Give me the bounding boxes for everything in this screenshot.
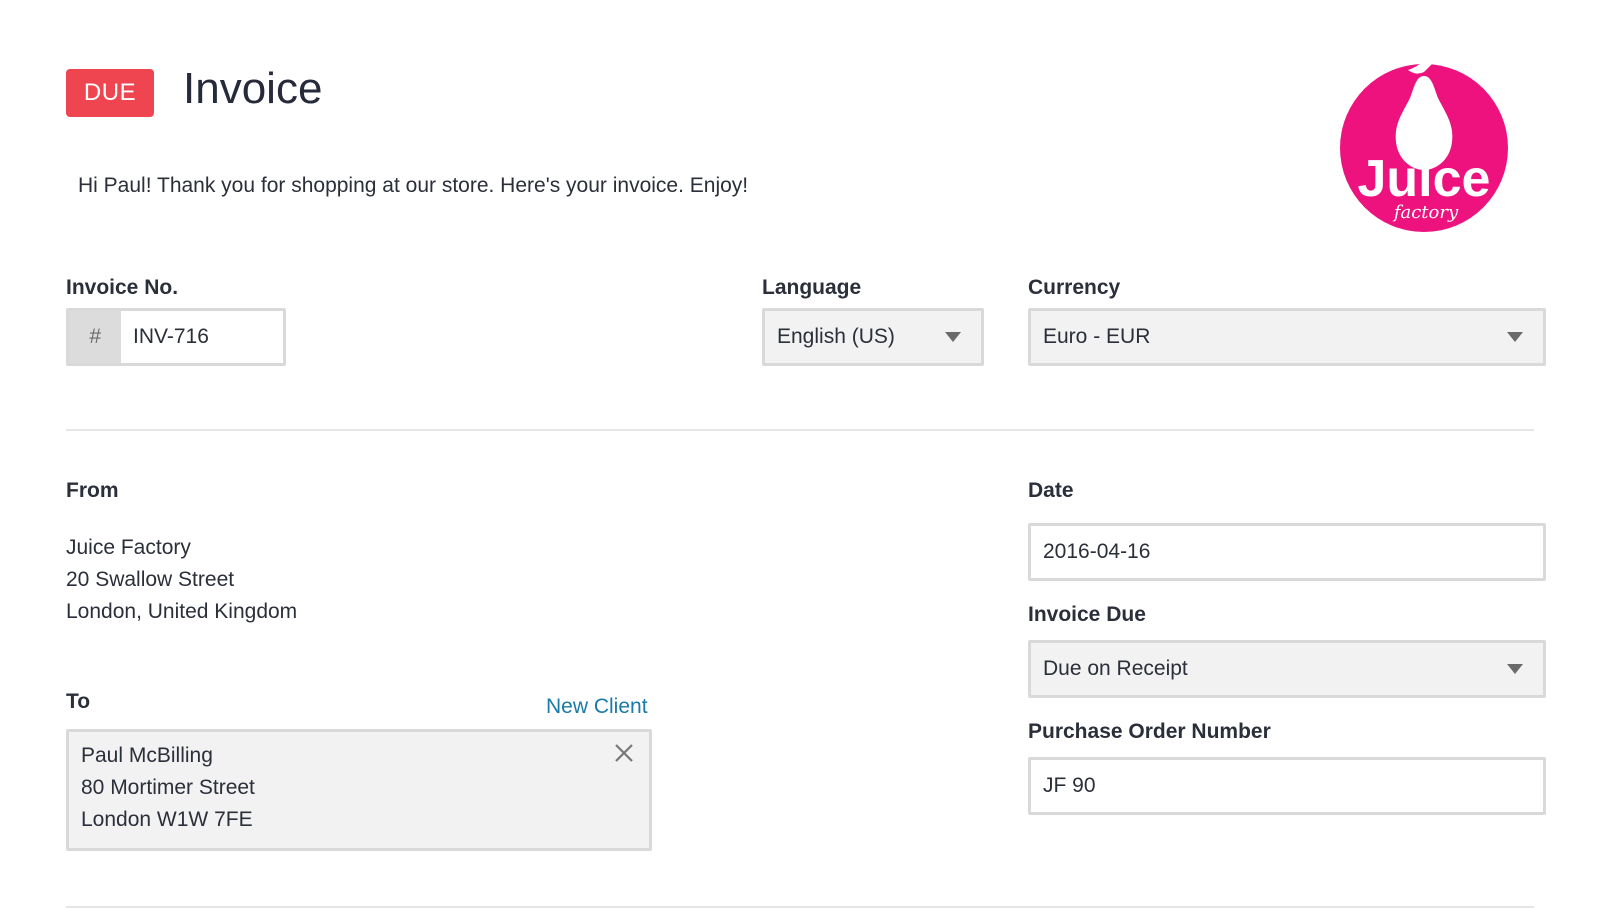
client-address-box[interactable]: Paul McBilling 80 Mortimer Street London… — [66, 729, 652, 851]
from-label: From — [66, 479, 119, 502]
from-address-line: 20 Swallow Street — [66, 568, 235, 591]
page-title: Invoice — [183, 64, 323, 113]
client-address-line: 80 Mortimer Street — [81, 776, 255, 799]
greeting-message: Hi Paul! Thank you for shopping at our s… — [78, 174, 749, 197]
purchase-order-label: Purchase Order Number — [1028, 720, 1271, 743]
logo-tagline-text: factory — [1392, 202, 1459, 223]
purchase-order-input[interactable]: JF 90 — [1028, 757, 1546, 815]
invoice-due-selected-value: Due on Receipt — [1043, 657, 1188, 680]
client-address-line: Paul McBilling — [81, 744, 213, 767]
status-badge: DUE — [66, 69, 154, 117]
invoice-due-select[interactable]: Due on Receipt — [1028, 640, 1546, 698]
hash-prefix: # — [69, 311, 121, 363]
date-input[interactable]: 2016-04-16 — [1028, 523, 1546, 581]
chevron-down-icon — [1507, 332, 1523, 342]
invoice-no-label: Invoice No. — [66, 276, 179, 299]
language-select[interactable]: English (US) — [762, 308, 984, 366]
new-client-link[interactable]: New Client — [546, 695, 648, 719]
language-label: Language — [762, 276, 862, 299]
invoice-due-label: Invoice Due — [1028, 603, 1146, 626]
purchase-order-value: JF 90 — [1043, 774, 1096, 797]
section-divider — [66, 429, 1534, 431]
from-address-line: London, United Kingdom — [66, 600, 298, 623]
currency-select[interactable]: Euro - EUR — [1028, 308, 1546, 366]
to-label: To — [66, 690, 91, 713]
logo-brand-text: Juice — [1358, 150, 1491, 208]
currency-label: Currency — [1028, 276, 1121, 299]
date-label: Date — [1028, 479, 1074, 502]
invoice-no-value[interactable]: INV-716 — [121, 325, 283, 349]
date-value: 2016-04-16 — [1043, 540, 1151, 563]
currency-selected-value: Euro - EUR — [1043, 325, 1151, 348]
language-selected-value: English (US) — [777, 325, 895, 348]
company-logo: Juice factory — [1338, 62, 1510, 234]
chevron-down-icon — [1507, 664, 1523, 674]
from-address-line: Juice Factory — [66, 536, 191, 559]
section-divider — [66, 906, 1534, 908]
juice-factory-logo-icon: Juice factory — [1340, 62, 1508, 232]
close-icon[interactable] — [613, 742, 635, 764]
chevron-down-icon — [945, 332, 961, 342]
from-address: Juice Factory 20 Swallow Street London, … — [66, 532, 297, 628]
client-address-line: London W1W 7FE — [81, 808, 253, 831]
invoice-no-field[interactable]: # INV-716 — [66, 308, 286, 366]
